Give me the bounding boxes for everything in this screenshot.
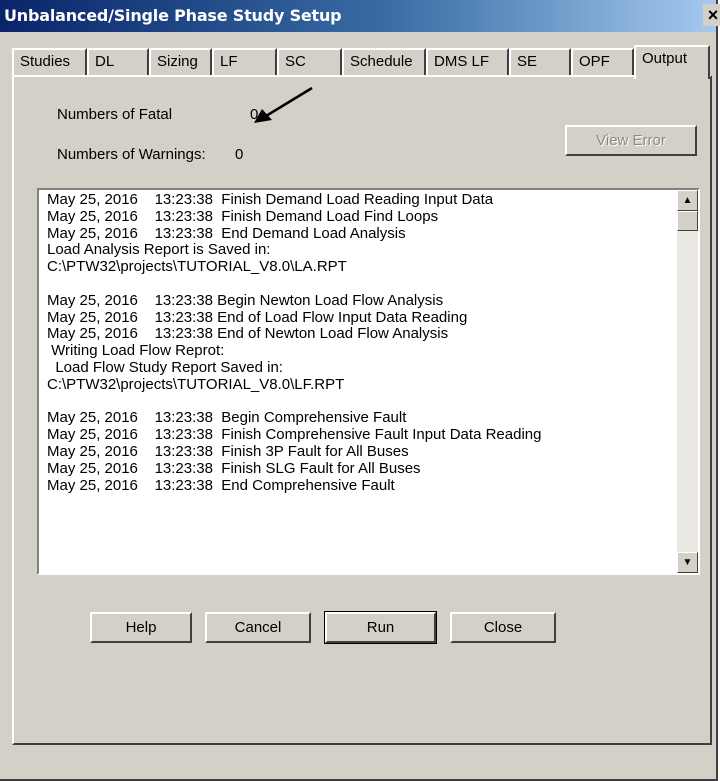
help-button[interactable]: Help bbox=[90, 612, 192, 643]
cancel-button[interactable]: Cancel bbox=[205, 612, 311, 643]
log-line: May 25, 2016 13:23:38 Finish Demand Load… bbox=[47, 207, 439, 225]
tab-opf[interactable]: OPF bbox=[571, 48, 634, 76]
log-line: Writing Load Flow Reprot: bbox=[47, 342, 225, 360]
scroll-thumb[interactable] bbox=[677, 211, 698, 231]
run-button[interactable]: Run bbox=[324, 611, 437, 644]
close-button[interactable]: Close bbox=[450, 612, 556, 643]
scroll-up-icon[interactable]: ▲ bbox=[677, 190, 698, 211]
title-bar[interactable]: Unbalanced/Single Phase Study Setup bbox=[0, 0, 716, 32]
output-log[interactable]: May 25, 2016 13:23:38 Finish Demand Load… bbox=[37, 188, 700, 575]
study-setup-dialog: Unbalanced/Single Phase Study Setup × St… bbox=[0, 0, 720, 781]
log-line: May 25, 2016 13:23:38 Begin Comprehensiv… bbox=[47, 409, 407, 427]
tab-studies[interactable]: Studies bbox=[12, 48, 87, 76]
log-line: C:\PTW32\projects\TUTORIAL_V8.0\LF.RPT bbox=[47, 375, 345, 393]
log-line: May 25, 2016 13:23:38 Finish 3P Fault fo… bbox=[47, 442, 409, 460]
tab-sc[interactable]: SC bbox=[277, 48, 342, 76]
view-error-button[interactable]: View Error bbox=[565, 125, 697, 156]
scroll-down-icon[interactable]: ▼ bbox=[677, 552, 698, 573]
tab-sizing[interactable]: Sizing bbox=[149, 48, 212, 76]
warnings-count-value: 0 bbox=[235, 146, 244, 163]
log-line: May 25, 2016 13:23:38 Finish Demand Load… bbox=[47, 191, 494, 208]
tab-lf[interactable]: LF bbox=[212, 48, 277, 76]
close-window-icon[interactable]: × bbox=[703, 4, 720, 26]
tab-dl[interactable]: DL bbox=[87, 48, 149, 76]
log-line: Load Flow Study Report Saved in: bbox=[47, 358, 283, 376]
arrow-annotation-icon bbox=[254, 86, 313, 123]
log-line: May 25, 2016 13:23:38 Finish Comprehensi… bbox=[47, 426, 542, 444]
log-line: C:\PTW32\projects\TUTORIAL_V8.0\LA.RPT bbox=[47, 258, 347, 276]
warnings-count-label: Numbers of Warnings: bbox=[57, 146, 206, 163]
log-line: May 25, 2016 13:23:38 Begin Newton Load … bbox=[47, 291, 444, 309]
log-line: May 25, 2016 13:23:38 End Demand Load An… bbox=[47, 224, 406, 242]
log-line bbox=[47, 276, 667, 293]
log-line: May 25, 2016 13:23:38 End of Load Flow I… bbox=[47, 308, 468, 326]
log-lines: May 25, 2016 13:23:38 Finish Demand Load… bbox=[47, 191, 667, 494]
log-line: May 25, 2016 13:23:38 Finish SLG Fault f… bbox=[47, 459, 421, 477]
log-line bbox=[47, 394, 667, 411]
window-title: Unbalanced/Single Phase Study Setup bbox=[4, 6, 342, 25]
tab-output[interactable]: Output bbox=[634, 45, 710, 79]
log-line: May 25, 2016 13:23:38 End Comprehensive … bbox=[47, 476, 395, 494]
log-line: Load Analysis Report is Saved in: bbox=[47, 241, 271, 259]
log-line: May 25, 2016 13:23:38 End of Newton Load… bbox=[47, 325, 449, 343]
tab-schedule[interactable]: Schedule bbox=[342, 48, 426, 76]
tab-se[interactable]: SE bbox=[509, 48, 571, 76]
log-scrollbar[interactable]: ▲ ▼ bbox=[677, 190, 698, 573]
tab-dms-lf[interactable]: DMS LF bbox=[426, 48, 509, 76]
fatal-count-label: Numbers of Fatal bbox=[57, 106, 173, 123]
tab-strip: Studies DL Sizing LF SC Schedule DMS LF … bbox=[12, 45, 712, 79]
